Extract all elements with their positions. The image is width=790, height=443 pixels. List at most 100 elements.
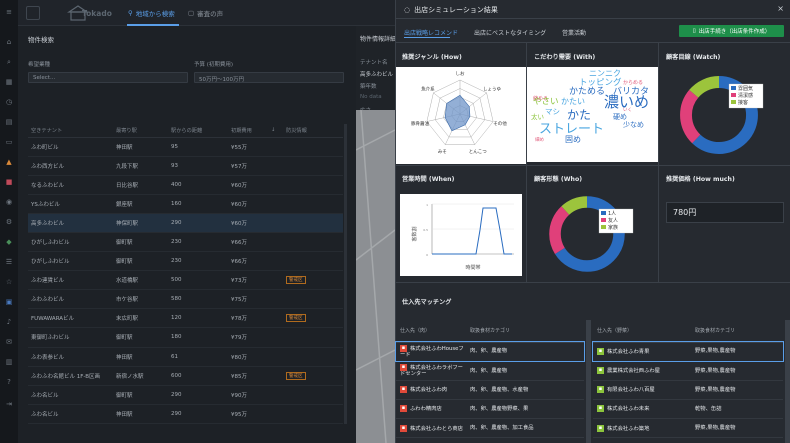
col-category-meat: 取扱食材カテゴリ (466, 320, 584, 343)
table-row[interactable]: ふわふわ名館ビル 1F-B区画 新宿ノ水駅 600 ¥85万 警戒区 (28, 366, 343, 386)
warning-zone-badge: 警戒区 (286, 314, 306, 323)
table-row[interactable]: ひがしふわビル 御町駅 230 ¥66万 (28, 232, 343, 253)
clock-icon[interactable]: ◷ (5, 98, 13, 106)
cell-spacer (268, 137, 283, 157)
cell-station: 神田駅 (113, 137, 168, 157)
nav-tab-reviews[interactable]: ▢ 審査の声 (188, 8, 223, 18)
supplier-icon: ▪ (400, 405, 407, 413)
cell-zone (283, 232, 343, 253)
table-row[interactable]: YSふわビル 銀座駅 160 ¥60万 (28, 194, 343, 214)
cell-dist: 95 (168, 137, 228, 157)
cell-name: 高多ふわビル (28, 213, 113, 233)
col-cost[interactable]: 初期費用 (228, 124, 268, 138)
table-row[interactable]: ひがしふわビル 御町駅 230 ¥66万 (28, 251, 343, 272)
supplier-row[interactable]: ▪ 株式会社ふわ未来 乾物、缶詰 (593, 399, 783, 420)
veg-table-scrollbar[interactable] (785, 320, 790, 443)
word-cloud-term: かためる (569, 87, 606, 97)
table-row[interactable]: ふわ名ビル 神田駅 290 ¥95万 (28, 404, 343, 424)
supplier-name: 株式会社ふわ築地 (607, 425, 650, 432)
table-row[interactable]: FUWAWARAビル 末広町駅 120 ¥78万 警戒区 (28, 308, 343, 329)
supplier-row[interactable]: ▪ 株式会社ふわ築地 野菜,果物,農産物 (593, 418, 783, 439)
word-cloud-term: かたい (561, 97, 585, 106)
x-axis-label: 時間帯 (465, 264, 480, 271)
table-row[interactable]: ふわ名ビル 御町駅 290 ¥90万 (28, 385, 343, 405)
mail-icon[interactable]: ✉ (5, 338, 13, 346)
bell-icon[interactable]: ♪ (5, 318, 13, 326)
cell-station: 水道橋駅 (113, 270, 168, 291)
supplier-row[interactable]: ▪ 株式会社ふわ青果 野菜,果物,農産物 (592, 340, 784, 363)
table-row[interactable]: 東御町ふわビル 御町駅 180 ¥79万 (28, 327, 343, 348)
home-icon[interactable]: ⌂ (5, 38, 13, 46)
table-scrollbar[interactable] (344, 124, 347, 424)
tab-timing[interactable]: 出店にベストなタイミング (474, 28, 546, 37)
cell-name: ふわ西方ビル (28, 156, 113, 176)
calendar-icon[interactable]: ▥ (5, 358, 13, 366)
supplier-row[interactable]: ▪ 株式会社ふわとら商店 肉、卵、農産物、加工食品 (396, 418, 584, 439)
table-row[interactable]: 高多ふわビル 神保町駅 290 ¥60万 (28, 213, 343, 233)
meat-supplier-table: 仕入先（肉） 取扱食材カテゴリ ▪ 株式会社ふわHouseフード 肉、卵、農産物 ▪ 株… (395, 320, 585, 439)
meat-table-scrollbar[interactable] (586, 320, 591, 443)
col-tenant[interactable]: 空きテナント (28, 124, 113, 138)
close-icon[interactable]: × (777, 4, 784, 13)
help-icon[interactable]: ? (5, 378, 13, 386)
supplier-row[interactable]: ▪ ふわわ精肉店 肉、卵、農産物野菜、果 (396, 399, 584, 420)
chart-icon[interactable]: ▤ (5, 118, 13, 126)
table-row[interactable]: ふわふわビル 市ケ谷駅 580 ¥75万 (28, 289, 343, 310)
folder-icon[interactable]: ▭ (5, 138, 13, 146)
tab-strategy[interactable]: 出店戦略レコメンド (404, 28, 458, 37)
document-icon[interactable]: ▣ (5, 298, 13, 306)
table-row[interactable]: なるふわビル 日比谷駅 400 ¥60万 (28, 175, 343, 195)
tab-active-underline (404, 37, 450, 38)
gear-icon[interactable]: ⚙ (5, 218, 13, 226)
table-row[interactable]: ふわ連賃ビル 水道橋駅 500 ¥73万 警戒区 (28, 270, 343, 291)
cell-spacer (268, 289, 283, 310)
supplier-row[interactable]: ▪ 株式会社ふわ肉 肉、卵、農産物、水産物 (396, 380, 584, 401)
supplier-row[interactable]: ▪ 有限会社ふわ八百屋 野菜,果物,農産物 (593, 380, 783, 401)
apply-procedure-button[interactable]: ▯ 出店手続き（出店条件作成） (679, 25, 784, 37)
table-row[interactable]: ふわ表参ビル 神田駅 61 ¥80万 (28, 347, 343, 367)
supplier-row[interactable]: ▪ 株式会社ふわHouseフード 肉、卵、農産物 (395, 340, 585, 363)
industry-select[interactable]: Select... (28, 72, 188, 83)
report-icon[interactable]: ■ (5, 178, 13, 186)
word-cloud: ニンニク トッピング からめる かためる バリカタ 絡める やさい かたい 濃いめ マシ 太い かた硬… (527, 67, 658, 162)
cell-name: ふわふわ名館ビル 1F-B区画 (28, 366, 113, 386)
cell-spacer (268, 194, 283, 214)
supplier-category: 肉、卵、農産物、加工食品 (466, 418, 584, 439)
cell-dist: 93 (168, 156, 228, 176)
sort-icon[interactable]: ↓ (268, 124, 283, 138)
map-view[interactable] (355, 109, 396, 443)
radar-axis-label: 魚介系 (421, 85, 435, 92)
table-row[interactable]: ふわ西方ビル 九段下駅 93 ¥57万 (28, 156, 343, 176)
supplier-icon: ▪ (400, 386, 407, 394)
map-icon[interactable]: ◆ (5, 238, 13, 246)
tab-sales[interactable]: 営業活動 (562, 28, 586, 37)
user-icon[interactable]: ◉ (5, 198, 13, 206)
supplier-row[interactable]: ▪ 株式会社ふわラボフードセンター 肉、卵、農産物 (396, 361, 584, 381)
building-icon[interactable]: ▦ (5, 78, 13, 86)
list-icon[interactable]: ☰ (5, 258, 13, 266)
recommended-price: 780円 (666, 202, 784, 223)
cell-spacer (268, 404, 283, 424)
menu-icon[interactable]: ≡ (5, 8, 13, 16)
col-station[interactable]: 最寄り駅 (113, 124, 168, 138)
cell-zone (283, 194, 343, 214)
radar-axis-label: しょうゆ (483, 86, 501, 92)
legend-label: 家族 (608, 224, 618, 231)
budget-select[interactable]: 50万円〜100万円 (194, 72, 344, 83)
col-disaster[interactable]: 防災情報 (283, 124, 343, 138)
alert-icon[interactable]: ▲ (5, 158, 13, 166)
supplier-row[interactable]: ▪ 農業株式会社西ふわ屋 野菜,果物,農産物 (593, 361, 783, 381)
logout-icon[interactable]: ⇥ (5, 400, 13, 408)
nav-tab-area-search[interactable]: ⚲ 地域から検索 (128, 8, 175, 18)
col-distance[interactable]: 駅からの距離 (168, 124, 228, 138)
logo[interactable]: Tokado (66, 4, 120, 22)
search-icon[interactable]: ⌕ (5, 58, 13, 66)
word-cloud-term: 固め (565, 135, 581, 144)
star-icon[interactable]: ☆ (5, 278, 13, 286)
cell-name: ひがしふわビル (28, 232, 113, 253)
word-cloud-term: 少なめ (623, 121, 644, 129)
cell-zone (283, 156, 343, 176)
table-row[interactable]: ふわ町ビル 神田駅 95 ¥55万 (28, 137, 343, 157)
legend-swatch (731, 86, 736, 90)
app-icon[interactable] (26, 6, 40, 20)
